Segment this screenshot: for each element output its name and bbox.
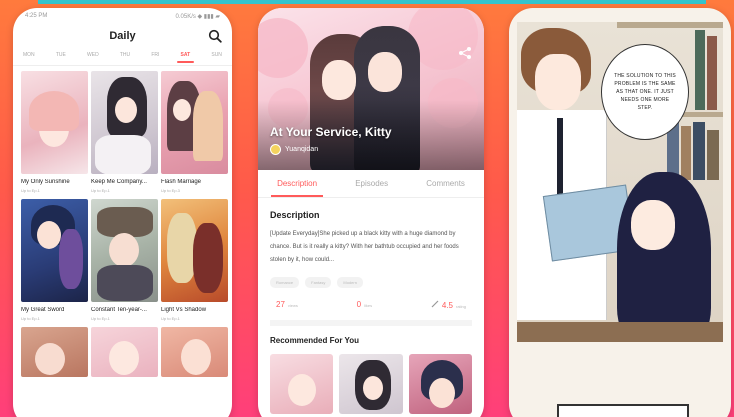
comic-card[interactable] [161,327,228,377]
comic-cover [91,327,158,377]
hero-banner: At Your Service, Kitty Yuanqidan [258,8,484,170]
status-indicators: 0.05K/s ◆ ▮▮▮ ▰ [175,13,220,20]
comic-grid: My Only Sunshine Up to Ep.1 Keep Me Comp… [13,66,232,377]
search-icon[interactable] [208,29,222,43]
phone-daily-screen: 4:25 PM 0.05K/s ◆ ▮▮▮ ▰ Daily MON TUE WE… [13,8,232,417]
comic-title: At Your Service, Kitty [270,125,392,139]
tag-chip[interactable]: Modern [337,277,363,288]
comic-cover [161,327,228,377]
description-heading: Description [270,210,320,220]
comic-title: Keep Me Company... [91,179,147,185]
author-name: Yuanqidan [285,146,319,153]
comic-panel[interactable]: THE SOLUTION TO THIS PROBLEM IS THE SAME… [517,22,723,342]
comic-card[interactable] [91,327,158,377]
status-bar: 4:25 PM 0.05K/s ◆ ▮▮▮ ▰ [13,8,232,24]
comic-cover [21,327,88,377]
tab-thu[interactable]: THU [120,52,130,61]
desk [517,322,723,342]
author-row[interactable]: Yuanqidan [270,144,318,155]
comic-cover [91,199,158,302]
recommended-list [258,345,484,414]
genre-tags: Romance Fantasy Modern [270,277,472,288]
tab-description[interactable]: Description [271,179,324,197]
character-girl-face [631,200,675,250]
recommended-comic[interactable] [339,354,403,414]
stat-views: 27 views [276,300,298,309]
weekday-tabs: MON TUE WED THU FRI SAT SUN [13,48,232,66]
tab-fri[interactable]: FRI [151,52,159,61]
comic-progress: Up to Ep.1 [21,316,40,321]
status-time: 4:25 PM [25,13,48,19]
daily-header: Daily [13,24,232,48]
author-avatar [270,144,281,155]
comic-card[interactable]: Flash Marriage Up to Ep.3 [161,71,228,193]
tab-wed[interactable]: WED [87,52,99,61]
comic-cover [91,71,158,174]
pen-icon [431,300,439,308]
tab-comments[interactable]: Comments [426,179,465,188]
comic-card[interactable]: Keep Me Company... Up to Ep.1 [91,71,158,193]
character-girl-hair [617,172,711,342]
comic-card[interactable]: Constant Ten-year-... Up to Ep.1 [91,199,158,321]
comic-progress: Up to Ep.1 [91,188,110,193]
comic-progress: Up to Ep.1 [91,316,110,321]
tab-tue[interactable]: TUE [56,52,66,61]
tab-sat[interactable]: SAT [176,52,194,63]
speech-text: THE SOLUTION TO THIS PROBLEM IS THE SAME… [614,73,676,111]
tab-mon[interactable]: MON [23,52,35,61]
stats-row: 27 views 0 likes 4.5 rating [270,300,472,326]
tag-chip[interactable]: Romance [270,277,300,288]
tag-chip[interactable]: Fantasy [305,277,332,288]
comic-title: Flash Marriage [161,179,202,185]
stat-rating[interactable]: 4.5 rating [431,300,466,310]
comic-title: My Great Sword [21,307,65,313]
recommended-comic[interactable] [408,354,472,414]
phone-reader-screen: THE SOLUTION TO THIS PROBLEM IS THE SAME… [509,8,731,417]
comic-progress: Up to Ep.1 [21,188,40,193]
page-title: Daily [109,30,136,42]
comic-cover [21,71,88,174]
comic-panel-next[interactable] [557,404,689,417]
comic-card[interactable]: My Great Sword Up to Ep.1 [21,199,88,321]
top-accent-strip [38,0,706,4]
comic-card[interactable] [21,327,88,377]
description-section: Description [Update Everyday]She picked … [258,198,484,288]
comic-title: Light Vs Shadow [161,307,207,313]
comic-title: Constant Ten-year-... [91,307,147,313]
stat-likes[interactable]: 0 likes [357,300,372,310]
description-text[interactable]: [Update Everyday]She picked up a black k… [270,228,472,267]
character-boy-face [535,54,581,110]
comic-progress: Up to Ep.3 [161,188,180,193]
comic-title: My Only Sunshine [21,179,70,185]
comic-cover [161,71,228,174]
comic-card[interactable]: Light Vs Shadow Up to Ep.1 [161,199,228,321]
comic-cover [21,199,88,302]
comic-cover [161,199,228,302]
share-icon[interactable] [458,46,472,60]
tab-sun[interactable]: SUN [211,52,222,61]
speech-bubble: THE SOLUTION TO THIS PROBLEM IS THE SAME… [601,44,689,140]
tab-episodes[interactable]: Episodes [355,179,388,188]
recommended-heading: Recommended For You [270,336,360,345]
detail-tabs: Description Episodes Comments [258,170,484,198]
comic-card[interactable]: My Only Sunshine Up to Ep.1 [21,71,88,193]
phone-detail-screen: At Your Service, Kitty Yuanqidan Descrip… [258,8,484,417]
recommended-comic[interactable] [270,354,334,414]
comic-progress: Up to Ep.1 [161,316,180,321]
